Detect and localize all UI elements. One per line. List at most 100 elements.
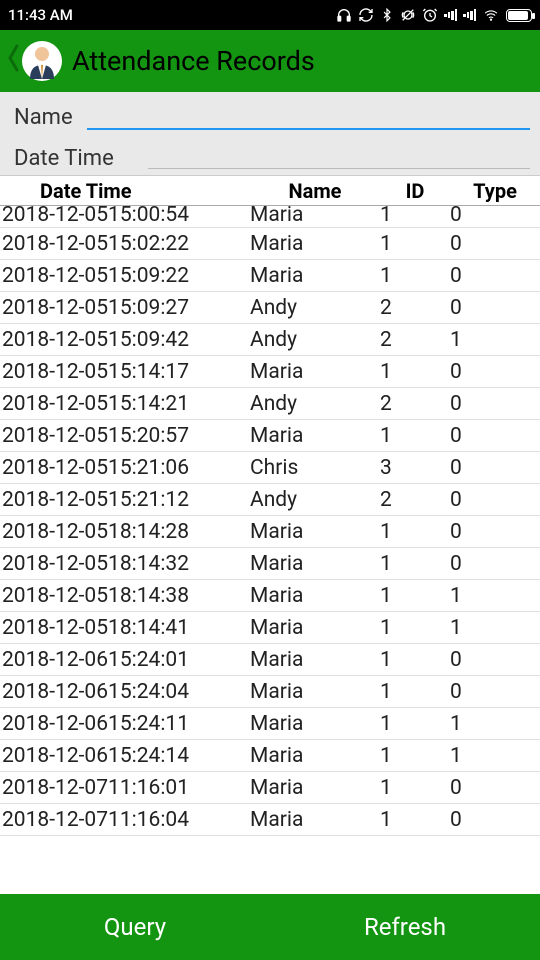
table-row[interactable]: 2018-12-0515:09:22Maria10: [0, 260, 540, 292]
cell-datetime: 2018-12-0615:24:01: [0, 648, 250, 672]
records-table: Date Time Name ID Type 2018-12-0515:00:5…: [0, 176, 540, 836]
table-row[interactable]: 2018-12-0615:24:11Maria11: [0, 708, 540, 740]
cell-id: 1: [380, 203, 450, 227]
cell-datetime: 2018-12-0515:09:27: [0, 296, 250, 320]
cell-id: 1: [380, 424, 450, 448]
cell-id: 2: [380, 328, 450, 352]
cell-type: 0: [450, 552, 540, 576]
cell-id: 1: [380, 584, 450, 608]
cell-datetime: 2018-12-0518:14:41: [0, 616, 250, 640]
bottom-bar: Query Refresh: [0, 894, 540, 960]
header-id: ID: [380, 179, 450, 203]
cell-id: 1: [380, 712, 450, 736]
cell-type: 0: [450, 203, 540, 227]
cell-type: 0: [450, 296, 540, 320]
cell-name: Andy: [250, 328, 380, 352]
status-bar: 11:43 AM: [0, 0, 540, 30]
table-body[interactable]: 2018-12-0515:00:54Maria102018-12-0515:02…: [0, 206, 540, 836]
back-icon[interactable]: [6, 43, 20, 80]
cell-datetime: 2018-12-0711:16:01: [0, 776, 250, 800]
cell-type: 0: [450, 808, 540, 832]
table-row[interactable]: 2018-12-0615:24:14Maria11: [0, 740, 540, 772]
filter-row-datetime: Date Time: [4, 146, 536, 171]
table-row[interactable]: 2018-12-0518:14:38Maria11: [0, 580, 540, 612]
cell-name: Maria: [250, 712, 380, 736]
app-logo-icon: [20, 39, 64, 83]
cell-name: Maria: [250, 744, 380, 768]
refresh-button[interactable]: Refresh: [270, 894, 540, 960]
cell-name: Maria: [250, 808, 380, 832]
cell-id: 2: [380, 392, 450, 416]
cell-type: 1: [450, 744, 540, 768]
filter-datetime-label: Date Time: [4, 146, 114, 171]
page-title: Attendance Records: [72, 45, 315, 77]
sync-icon: [358, 7, 374, 23]
cell-type: 1: [450, 328, 540, 352]
signal-icon-2: [463, 9, 476, 22]
query-button[interactable]: Query: [0, 894, 270, 960]
cell-datetime: 2018-12-0518:14:32: [0, 552, 250, 576]
cell-datetime: 2018-12-0515:00:54: [0, 203, 250, 227]
cell-name: Maria: [250, 264, 380, 288]
cell-id: 1: [380, 776, 450, 800]
filter-name-label: Name: [4, 105, 73, 130]
cell-id: 1: [380, 360, 450, 384]
cell-type: 0: [450, 680, 540, 704]
cell-name: Maria: [250, 648, 380, 672]
table-row[interactable]: 2018-12-0518:14:32Maria10: [0, 548, 540, 580]
cell-type: 0: [450, 488, 540, 512]
filter-name-input[interactable]: [87, 102, 530, 130]
table-header: Date Time Name ID Type: [0, 176, 540, 206]
cell-name: Maria: [250, 232, 380, 256]
cell-type: 0: [450, 264, 540, 288]
cell-datetime: 2018-12-0518:14:38: [0, 584, 250, 608]
table-row[interactable]: 2018-12-0518:14:28Maria10: [0, 516, 540, 548]
cell-type: 1: [450, 616, 540, 640]
cell-type: 0: [450, 520, 540, 544]
cell-type: 1: [450, 584, 540, 608]
table-row[interactable]: 2018-12-0515:09:27Andy20: [0, 292, 540, 324]
cell-type: 0: [450, 360, 540, 384]
cell-name: Maria: [250, 424, 380, 448]
table-row[interactable]: 2018-12-0515:20:57Maria10: [0, 420, 540, 452]
filter-datetime-input[interactable]: [148, 149, 530, 169]
table-row[interactable]: 2018-12-0515:09:42Andy21: [0, 324, 540, 356]
table-row[interactable]: 2018-12-0515:21:12Andy20: [0, 484, 540, 516]
wifi-icon: [482, 8, 500, 22]
cell-datetime: 2018-12-0515:09:22: [0, 264, 250, 288]
table-row[interactable]: 2018-12-0515:02:22Maria10: [0, 228, 540, 260]
filter-row-name: Name: [4, 102, 536, 130]
table-row[interactable]: 2018-12-0515:14:21Andy20: [0, 388, 540, 420]
table-row[interactable]: 2018-12-0615:24:04Maria10: [0, 676, 540, 708]
status-time: 11:43 AM: [8, 6, 73, 24]
cell-id: 1: [380, 552, 450, 576]
cell-type: 0: [450, 776, 540, 800]
cell-type: 0: [450, 232, 540, 256]
cell-name: Maria: [250, 776, 380, 800]
table-row[interactable]: 2018-12-0515:21:06Chris30: [0, 452, 540, 484]
header-datetime: Date Time: [0, 179, 250, 203]
cell-datetime: 2018-12-0711:16:04: [0, 808, 250, 832]
alarm-icon: [422, 7, 438, 23]
signal-icon-1: [444, 9, 457, 22]
cell-datetime: 2018-12-0515:21:06: [0, 456, 250, 480]
status-icons: [336, 7, 532, 23]
cell-name: Andy: [250, 488, 380, 512]
cell-datetime: 2018-12-0515:14:21: [0, 392, 250, 416]
cell-id: 1: [380, 616, 450, 640]
cell-datetime: 2018-12-0518:14:28: [0, 520, 250, 544]
cell-id: 1: [380, 808, 450, 832]
table-row[interactable]: 2018-12-0518:14:41Maria11: [0, 612, 540, 644]
table-row[interactable]: 2018-12-0711:16:04Maria10: [0, 804, 540, 836]
cell-id: 3: [380, 456, 450, 480]
table-row[interactable]: 2018-12-0515:14:17Maria10: [0, 356, 540, 388]
cell-name: Maria: [250, 520, 380, 544]
table-row[interactable]: 2018-12-0515:00:54Maria10: [0, 206, 540, 228]
cell-type: 1: [450, 712, 540, 736]
cell-datetime: 2018-12-0615:24:04: [0, 680, 250, 704]
table-row[interactable]: 2018-12-0615:24:01Maria10: [0, 644, 540, 676]
cell-datetime: 2018-12-0515:21:12: [0, 488, 250, 512]
cell-type: 0: [450, 424, 540, 448]
headphones-icon: [336, 7, 352, 23]
table-row[interactable]: 2018-12-0711:16:01Maria10: [0, 772, 540, 804]
